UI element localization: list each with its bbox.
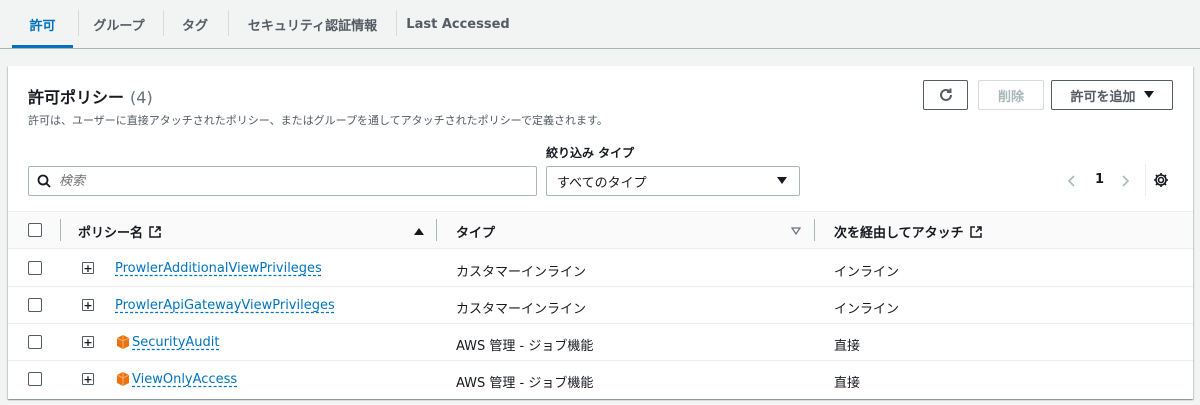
type-filter-select[interactable]: すべてのタイプ [546,166,800,196]
column-divider [436,219,437,241]
caret-down-icon [1143,91,1154,98]
column-policy-name-label: ポリシー名 [78,226,144,241]
panel-title-text: 許可ポリシー [28,88,125,107]
add-permissions-label: 許可を追加 [1070,89,1136,105]
row-checkbox[interactable] [28,298,42,312]
next-page-icon[interactable] [1121,175,1129,187]
gear-icon[interactable] [1153,172,1169,188]
filter-type-label: 絞り込み タイプ [546,146,635,160]
tab-divider [396,10,397,36]
expand-row-icon[interactable]: + [82,373,94,385]
external-link-icon [149,225,161,238]
policy-count: (4) [130,88,153,107]
previous-page-icon[interactable] [1068,175,1076,187]
row-checkbox[interactable] [28,261,42,275]
tab-last-accessed[interactable]: Last Accessed [398,0,518,48]
attached-via: 直接 [834,339,861,354]
table-header: ポリシー名 タイプ 次を経由してアタッチ [8,211,1193,249]
attached-via: インライン [834,265,900,280]
panel-title: 許可ポリシー (4) [28,84,153,108]
policy-name-link[interactable]: ProwlerAdditionalViewPrivileges [115,261,322,276]
column-type-label: タイプ [456,226,496,241]
search-icon [37,174,51,188]
page-number[interactable]: 1 [1095,172,1104,187]
column-header-attached-via[interactable]: 次を経由してアタッチ [834,222,982,241]
column-header-type[interactable]: タイプ [456,222,495,241]
column-header-policy-name[interactable]: ポリシー名 [78,222,161,241]
tab-divider [78,10,79,36]
column-attached-via-label: 次を経由してアタッチ [834,226,964,241]
pager-divider [1145,164,1146,196]
policy-name-link[interactable]: ProwlerApiGatewayViewPrivileges [115,298,335,313]
policy-name-link[interactable]: ViewOnlyAccess [132,372,237,387]
attached-via: インライン [834,302,900,317]
policy-type: AWS 管理 - ジョブ機能 [456,339,594,354]
aws-managed-policy-icon [116,372,130,386]
select-all-checkbox[interactable] [28,223,42,237]
sort-ascending-icon[interactable] [414,227,424,235]
add-permissions-button[interactable]: 許可を追加 [1051,80,1173,110]
expand-row-icon[interactable]: + [82,299,94,311]
tab-security-credentials[interactable]: セキュリティ認証情報 [230,0,395,48]
external-link-icon [969,225,982,238]
expand-row-icon[interactable]: + [82,336,94,348]
refresh-icon [939,88,952,101]
table-row[interactable]: + ViewOnlyAccess AWS 管理 - ジョブ機能 直接 [8,361,1193,398]
tab-divider [163,10,164,36]
permissions-policies-panel: 許可ポリシー (4) 許可は、ユーザーに直接アタッチされたポリシー、またはグルー… [8,66,1193,399]
policy-type: AWS 管理 - ジョブ機能 [456,376,594,391]
aws-managed-policy-icon [116,335,130,349]
table-row[interactable]: + ProwlerAdditionalViewPrivileges カスタマーイ… [8,250,1193,287]
column-divider [60,219,61,241]
active-tab-indicator [12,45,73,48]
policy-type: カスタマーインライン [456,265,587,280]
policy-type: カスタマーインライン [456,302,587,317]
tab-bar: 許可 グループ タグ セキュリティ認証情報 Last Accessed [0,0,1200,49]
tab-tags[interactable]: タグ [165,0,225,48]
policy-name-link[interactable]: SecurityAudit [132,335,219,350]
refresh-button[interactable] [923,80,968,110]
caret-down-icon [777,177,787,184]
type-filter-value: すべてのタイプ [557,175,647,191]
table-row[interactable]: + SecurityAudit AWS 管理 - ジョブ機能 直接 [8,324,1193,361]
expand-row-icon[interactable]: + [82,262,94,274]
search-box[interactable] [28,166,537,196]
sort-icon[interactable] [791,227,801,235]
attached-via: 直接 [834,376,861,391]
row-checkbox[interactable] [28,335,42,349]
tab-divider [228,10,229,36]
panel-description: 許可は、ユーザーに直接アタッチされたポリシー、またはグループを通してアタッチされ… [28,114,608,127]
tab-groups[interactable]: グループ [80,0,158,48]
row-checkbox[interactable] [28,372,42,386]
table-row[interactable]: + ProwlerApiGatewayViewPrivileges カスタマーイ… [8,287,1193,324]
column-divider [814,219,815,241]
search-input[interactable] [59,173,499,189]
delete-button[interactable]: 削除 [978,80,1044,110]
tab-permissions[interactable]: 許可 [12,0,73,48]
